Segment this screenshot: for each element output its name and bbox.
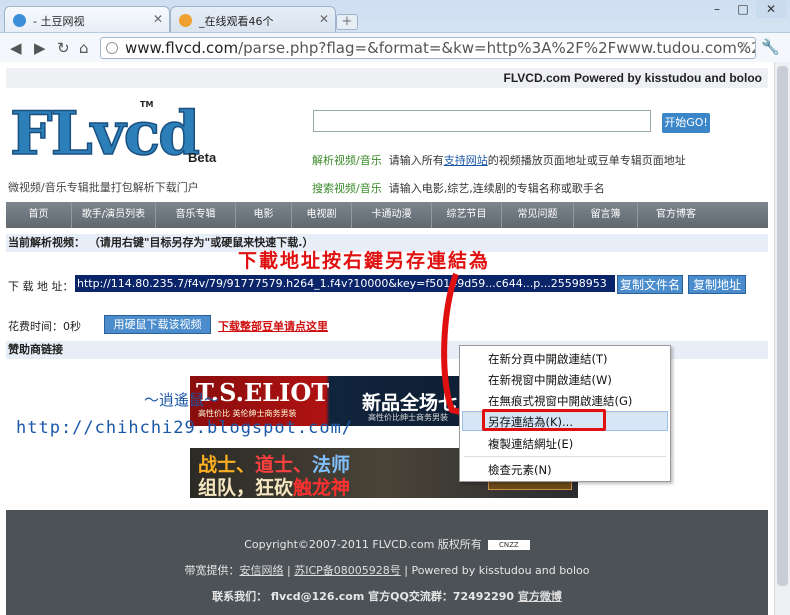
wrench-menu-icon[interactable]: 🔧 — [761, 38, 780, 56]
download-address-link[interactable]: http://114.80.235.7/f4v/79/91777579.h264… — [75, 275, 615, 292]
ctx-inspect-element[interactable]: 檢查元素(N) — [460, 460, 670, 480]
nav-home[interactable]: 首页 — [6, 202, 72, 228]
weibo-link[interactable]: 官方微博 — [518, 590, 562, 603]
ad2-line2: 组队，狂砍触龙神 — [198, 473, 350, 500]
annotation-highlight-box — [482, 409, 606, 431]
page-favicon-icon — [179, 14, 192, 27]
watermark-author: ～逍遙鼠～ — [144, 391, 220, 409]
footer-provider-row: 带宽提供：安信网络 | 苏ICP备08005928号 | Powered by … — [184, 564, 590, 577]
address-bar[interactable]: www.flvcd.com/parse.php?flag=&format=&kw… — [100, 37, 756, 59]
forward-arrow-icon[interactable]: ▶ — [34, 39, 46, 57]
reload-icon[interactable]: ↻ — [57, 39, 70, 57]
ctx-open-incognito[interactable]: 在無痕式視窗中開啟連結(G) — [460, 391, 670, 411]
home-icon[interactable]: ⌂ — [79, 39, 89, 57]
supported-sites-link[interactable]: 支持网站 — [444, 154, 488, 167]
tab-title: - 土豆网视 — [33, 15, 85, 28]
main-nav: 首页 歌手/演员列表 音乐专辑 电影 电视剧 卡通动漫 综艺节目 常见问题 留言… — [6, 202, 768, 228]
copy-address-button[interactable]: 复制地址 — [688, 275, 746, 294]
nav-variety[interactable]: 综艺节目 — [432, 202, 502, 228]
flvcd-logo[interactable]: FLvcd TM Beta — [9, 98, 220, 170]
footer-copyright: Copyright©2007-2011 FLVCD.com 版权所有 — [244, 538, 482, 551]
browser-toolbar: ◀ ▶ ↻ ⌂ www.flvcd.com/parse.php?flag=&fo… — [0, 32, 790, 62]
parse-hint-text-2: 的视频播放页面地址或豆单专辑页面地址 — [487, 154, 686, 167]
nav-tv[interactable]: 电视剧 — [292, 202, 352, 228]
footer-bandwidth-label: 带宽提供： — [184, 564, 240, 577]
logo-text: FLvcd — [9, 98, 201, 170]
bookmark-star-icon[interactable]: ☆ — [737, 38, 751, 58]
nav-movies[interactable]: 电影 — [236, 202, 292, 228]
new-tab-button[interactable]: + — [336, 14, 358, 30]
download-playlist-link[interactable]: 下载整部豆单请点这里 — [218, 318, 328, 334]
nav-faq[interactable]: 常见问题 — [502, 202, 574, 228]
nav-music[interactable]: 音乐专辑 — [156, 202, 236, 228]
nav-guestbook[interactable]: 留言簿 — [574, 202, 638, 228]
back-arrow-icon[interactable]: ◀ — [10, 39, 22, 57]
ctx-copy-link-address[interactable]: 複製連結網址(E) — [460, 434, 670, 454]
footer-copyright-row: Copyright©2007-2011 FLVCD.com 版权所有 CNZZ — [6, 536, 768, 552]
ad2-text-e: 触龙神 — [293, 477, 351, 499]
minimize-button[interactable]: – — [704, 0, 730, 18]
nav-anime[interactable]: 卡通动漫 — [352, 202, 432, 228]
parse-hint: 解析视频/音乐 请输入所有支持网站的视频播放页面地址或豆单专辑页面地址 — [312, 152, 686, 168]
tab-title: _在线观看46个 — [199, 15, 274, 28]
ctx-open-new-tab[interactable]: 在新分頁中開啟連結(T) — [460, 349, 670, 369]
page-favicon-icon — [13, 14, 26, 27]
scrollbar-thumb[interactable] — [777, 66, 788, 586]
search-label[interactable]: 搜索视频/音乐 — [312, 182, 382, 195]
download-video-button[interactable]: 用硬鼠下载该视频 — [104, 315, 211, 334]
footer-powered: | Powered by kisstudou and boloo — [404, 564, 590, 577]
search-hint: 搜索视频/音乐 请输入电影,综艺,连续剧的专辑名称或歌手名 — [312, 180, 605, 196]
annotation-title: 下載地址按右鍵另存連結為 — [238, 250, 491, 272]
tagline: 微视频/音乐专辑批量打包解析下载门户 — [8, 181, 199, 194]
logo-beta: Beta — [188, 150, 217, 165]
bandwidth-link[interactable]: 安信网络 — [240, 564, 284, 577]
ctx-separator — [464, 456, 666, 457]
vertical-scrollbar[interactable] — [774, 62, 790, 615]
address-label: 下 载 地 址： — [8, 280, 74, 293]
search-input[interactable] — [313, 110, 651, 132]
parse-hint-text: 请输入所有 — [388, 154, 444, 167]
logo-tm: TM — [140, 100, 154, 109]
icp-link[interactable]: 苏ICP备08005928号 — [294, 564, 401, 577]
ctx-open-new-window[interactable]: 在新視窗中開啟連結(W) — [460, 370, 670, 390]
parse-label[interactable]: 解析视频/音乐 — [312, 154, 382, 167]
browser-chrome: - 土豆网视 ✕ _在线观看46个 ✕ + – □ ✕ ◀ ▶ ↻ ⌂ www.… — [0, 0, 790, 62]
tab-active[interactable]: - 土豆网视 ✕ — [4, 6, 170, 34]
footer-contact-row: 联系我们： flvcd@126.com 官方QQ交流群：72492290 官方微… — [6, 588, 768, 604]
flvcd-page: FLVCD.com Powered by kisstudou and boloo… — [6, 62, 768, 615]
search-hint-text: 请输入电影,综艺,连续剧的专辑名称或歌手名 — [388, 182, 605, 195]
tab-close-icon[interactable]: ✕ — [153, 12, 163, 26]
nav-blog[interactable]: 官方博客 — [638, 202, 714, 228]
cnzz-badge[interactable]: CNZZ — [487, 540, 530, 550]
address-host: www.flvcd.com — [125, 39, 239, 57]
copy-filename-button[interactable]: 复制文件名 — [617, 275, 683, 294]
nav-singers[interactable]: 歌手/演员列表 — [72, 202, 156, 228]
page-viewport: FLVCD.com Powered by kisstudou and boloo… — [0, 62, 790, 615]
ad2-text-d: 组队，狂砍 — [198, 477, 294, 499]
address-path: /parse.php?flag=&format=&kw=http%3A%2F%2… — [238, 39, 756, 57]
footer: Copyright©2007-2011 FLVCD.com 版权所有 CNZZ 带… — [6, 510, 768, 615]
watermark-url: http://chihchi29.blogspot.com/ — [16, 418, 354, 438]
time-label: 花费时间：0秒 — [8, 320, 81, 333]
close-window-button[interactable]: ✕ — [756, 0, 786, 18]
maximize-button[interactable]: □ — [730, 0, 756, 18]
tab-inactive[interactable]: _在线观看46个 ✕ — [170, 6, 336, 34]
top-bar: FLVCD.com Powered by kisstudou and boloo — [6, 68, 768, 88]
go-button[interactable]: 开始GO! — [662, 113, 710, 133]
page-info-icon[interactable] — [106, 42, 118, 54]
tab-close-icon[interactable]: ✕ — [319, 12, 329, 26]
footer-contact: 联系我们： flvcd@126.com 官方QQ交流群：72492290 — [212, 590, 515, 603]
